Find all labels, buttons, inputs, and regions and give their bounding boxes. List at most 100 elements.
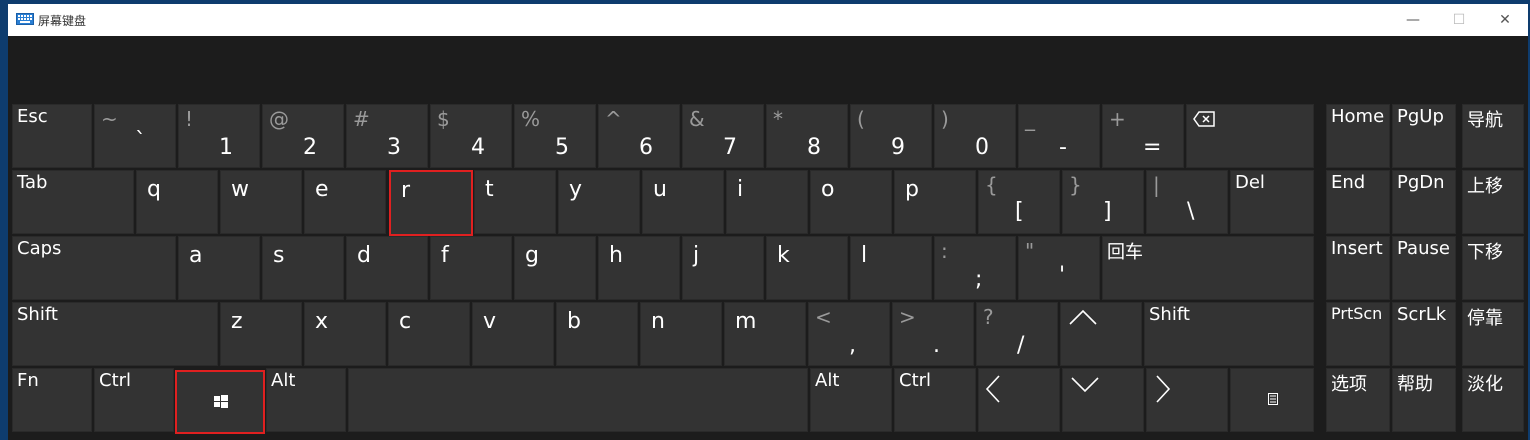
key-l[interactable]: l: [850, 236, 932, 300]
key-g[interactable]: g: [514, 236, 596, 300]
key-options[interactable]: 选项: [1326, 368, 1390, 432]
key-label: Fn: [17, 370, 39, 391]
key-slash[interactable]: ? /: [976, 302, 1058, 366]
close-button[interactable]: ✕: [1482, 4, 1528, 36]
key-semicolon[interactable]: : ;: [934, 236, 1016, 300]
key-r[interactable]: r: [389, 170, 473, 236]
key-shift-left[interactable]: Shift: [12, 302, 218, 366]
key-left-arrow[interactable]: [978, 368, 1060, 432]
key-backslash[interactable]: | \: [1146, 170, 1228, 234]
key-label: `: [135, 129, 146, 154]
key-end[interactable]: End: [1326, 170, 1390, 234]
key-navigate[interactable]: 导航: [1462, 104, 1524, 168]
key-label: 停靠: [1467, 308, 1503, 329]
key-q[interactable]: q: [136, 170, 218, 234]
key-minus[interactable]: _ -: [1018, 104, 1100, 168]
key-d[interactable]: d: [346, 236, 428, 300]
key-7[interactable]: & 7: [682, 104, 764, 168]
key-2[interactable]: @ 2: [262, 104, 344, 168]
key-del[interactable]: Del: [1230, 170, 1314, 234]
key-help[interactable]: 帮助: [1392, 368, 1456, 432]
key-label: d: [357, 243, 371, 268]
key-ctrl-right[interactable]: Ctrl: [894, 368, 976, 432]
key-caps[interactable]: Caps: [12, 236, 176, 300]
key-k[interactable]: k: [766, 236, 848, 300]
key-h[interactable]: h: [598, 236, 680, 300]
key-alt-left[interactable]: Alt: [266, 368, 346, 432]
key-quote[interactable]: " ': [1018, 236, 1100, 300]
key-4[interactable]: $ 4: [430, 104, 512, 168]
key-up-arrow[interactable]: [1060, 302, 1142, 366]
key-8[interactable]: * 8: [766, 104, 848, 168]
key-backtick[interactable]: ~ `: [94, 104, 176, 168]
key-t[interactable]: t: [474, 170, 556, 234]
key-fn[interactable]: Fn: [12, 368, 92, 432]
key-3[interactable]: # 3: [346, 104, 428, 168]
key-alt-right[interactable]: Alt: [810, 368, 892, 432]
key-0[interactable]: ) 0: [934, 104, 1016, 168]
key-a[interactable]: a: [178, 236, 260, 300]
key-label: 2: [303, 135, 317, 160]
key-tab[interactable]: Tab: [12, 170, 134, 234]
minimize-button[interactable]: —: [1390, 4, 1436, 36]
key-comma[interactable]: < ,: [808, 302, 890, 366]
key-windows[interactable]: [175, 370, 265, 434]
key-p[interactable]: p: [894, 170, 976, 234]
key-enter[interactable]: 回车: [1102, 236, 1314, 300]
key-move-down[interactable]: 下移: [1462, 236, 1524, 300]
key-menu[interactable]: [1230, 368, 1314, 432]
context-menu-icon: [1268, 393, 1278, 405]
key-w[interactable]: w: [220, 170, 302, 234]
key-period[interactable]: > .: [892, 302, 974, 366]
key-s[interactable]: s: [262, 236, 344, 300]
key-u[interactable]: u: [642, 170, 724, 234]
key-1[interactable]: ! 1: [178, 104, 260, 168]
key-home[interactable]: Home: [1326, 104, 1390, 168]
key-n[interactable]: n: [640, 302, 722, 366]
key-m[interactable]: m: [724, 302, 806, 366]
key-z[interactable]: z: [220, 302, 302, 366]
key-label: =: [1143, 135, 1162, 160]
key-f[interactable]: f: [430, 236, 512, 300]
key-insert[interactable]: Insert: [1326, 236, 1390, 300]
key-pgdn[interactable]: PgDn: [1392, 170, 1456, 234]
key-shift-right[interactable]: Shift: [1144, 302, 1314, 366]
key-right-arrow[interactable]: [1146, 368, 1228, 432]
key-y[interactable]: y: [558, 170, 640, 234]
key-label: m: [735, 309, 757, 334]
key-pause[interactable]: Pause: [1392, 236, 1456, 300]
key-shift-label: ": [1025, 239, 1035, 263]
key-label: h: [609, 243, 623, 268]
key-backspace[interactable]: [1186, 104, 1314, 168]
key-shift-label: :: [941, 239, 948, 263]
key-label: x: [315, 309, 329, 334]
key-prtscn[interactable]: PrtScn: [1326, 302, 1390, 366]
key-ctrl-left[interactable]: Ctrl: [94, 368, 174, 432]
key-o[interactable]: o: [810, 170, 892, 234]
key-6[interactable]: ^ 6: [598, 104, 680, 168]
key-pgup[interactable]: PgUp: [1392, 104, 1456, 168]
key-scrlk[interactable]: ScrLk: [1392, 302, 1456, 366]
key-dock[interactable]: 停靠: [1462, 302, 1524, 366]
key-9[interactable]: ( 9: [850, 104, 932, 168]
key-lbracket[interactable]: { [: [978, 170, 1060, 234]
key-i[interactable]: i: [726, 170, 808, 234]
key-v[interactable]: v: [472, 302, 554, 366]
key-c[interactable]: c: [388, 302, 470, 366]
key-5[interactable]: % 5: [514, 104, 596, 168]
key-fade[interactable]: 淡化: [1462, 368, 1524, 432]
key-label: -: [1059, 135, 1067, 160]
key-shift-label: {: [985, 173, 998, 197]
key-space[interactable]: [348, 368, 808, 432]
key-b[interactable]: b: [556, 302, 638, 366]
key-down-arrow[interactable]: [1062, 368, 1144, 432]
key-x[interactable]: x: [304, 302, 386, 366]
key-move-up[interactable]: 上移: [1462, 170, 1524, 234]
key-j[interactable]: j: [682, 236, 764, 300]
key-equals[interactable]: + =: [1102, 104, 1184, 168]
key-esc[interactable]: Esc: [12, 104, 92, 168]
key-rbracket[interactable]: } ]: [1062, 170, 1144, 234]
maximize-button[interactable]: ☐: [1436, 4, 1482, 36]
key-e[interactable]: e: [304, 170, 386, 234]
key-label: n: [651, 309, 665, 334]
